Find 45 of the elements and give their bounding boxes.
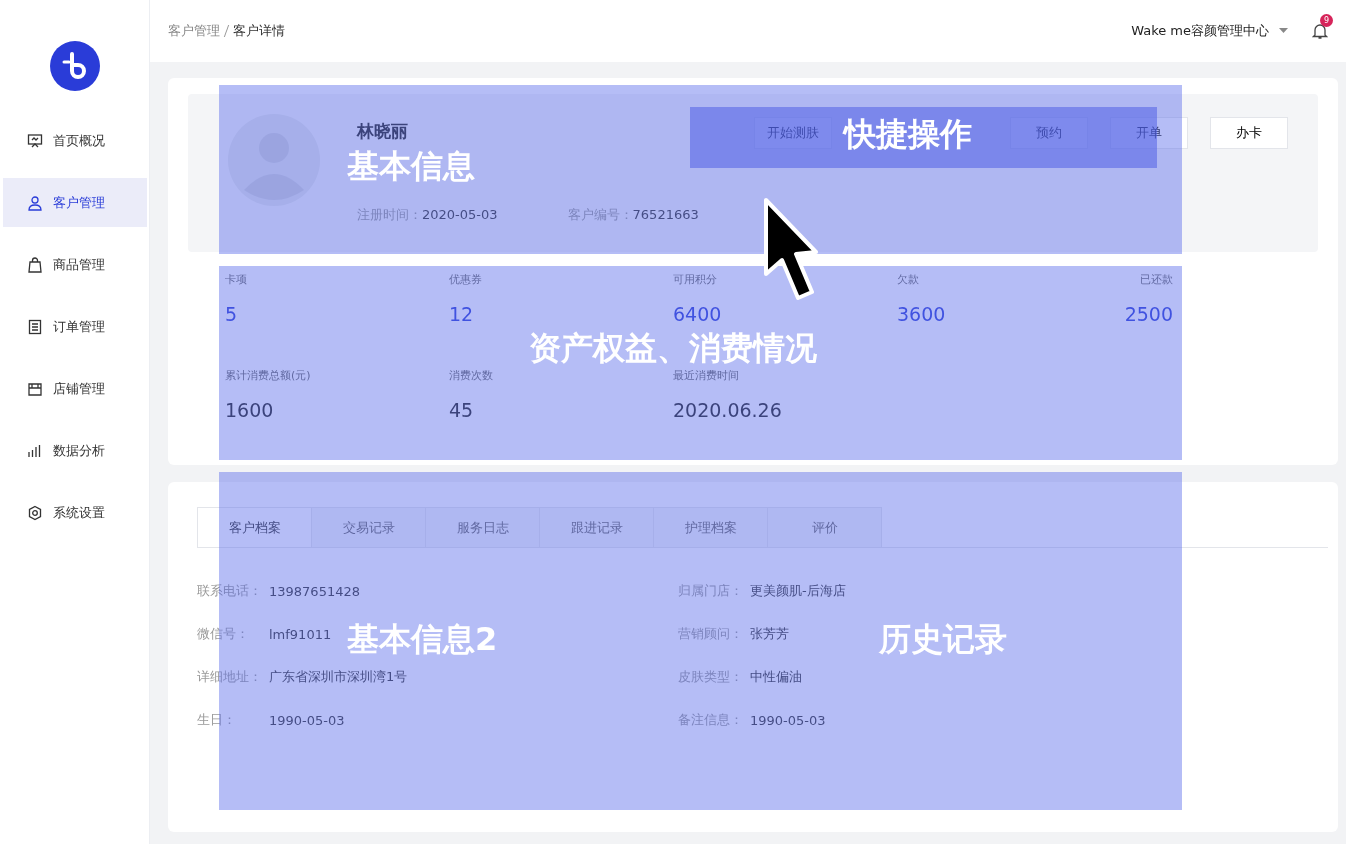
action-button[interactable]: 办卡 (1210, 117, 1288, 149)
stat-label: 可用积分 (673, 272, 718, 287)
caret-icon (1279, 28, 1288, 34)
stat-label: 已还款 (1140, 272, 1173, 287)
breadcrumb-item[interactable]: 客户管理 (168, 22, 220, 40)
nav-item[interactable]: 客户管理 (3, 178, 147, 227)
breadcrumb-item: 客户详情 (233, 22, 285, 40)
stat-label: 优惠券 (449, 272, 483, 287)
annotation-label: 快捷操作 (844, 115, 972, 154)
stat-label: 卡项 (225, 272, 248, 287)
bell-icon[interactable] (1312, 22, 1328, 40)
stat-label: 消费次数 (449, 368, 494, 383)
stat-value: 2020.06.26 (673, 399, 783, 421)
logo-icon (49, 41, 100, 91)
tab[interactable]: 客户档案 (197, 507, 312, 547)
annotation-label: 基本信息2 (347, 620, 498, 659)
annotation-label: 历史记录 (879, 620, 1007, 659)
gear-icon (27, 504, 43, 521)
customer-name: 林晓丽 (357, 120, 409, 143)
stat-value: 12 (449, 303, 475, 325)
nav-item[interactable]: 首页概况 (3, 116, 147, 165)
stat-value: 1600 (225, 399, 275, 421)
annotation-label: 基本信息 (347, 147, 475, 186)
bag-icon (27, 256, 43, 273)
notification-badge: 9 (1320, 14, 1333, 27)
annotation-label: 资产权益、消费情况 (529, 329, 817, 368)
list-icon (27, 318, 43, 335)
nav-item[interactable]: 数据分析 (3, 426, 147, 475)
shop-icon (27, 380, 43, 397)
nav-item[interactable]: 订单管理 (3, 302, 147, 351)
stat-label: 欠款 (897, 272, 920, 287)
stat-value: 2500 (1124, 303, 1173, 325)
user-icon (27, 194, 43, 211)
chart-icon (27, 442, 43, 459)
stat-value: 3600 (897, 303, 947, 325)
stat-value: 6400 (673, 303, 723, 325)
stat-label: 最近消费时间 (673, 368, 740, 383)
nav-item[interactable]: 系统设置 (3, 488, 147, 537)
nav-item[interactable]: 商品管理 (3, 240, 147, 289)
nav-item[interactable]: 店铺管理 (3, 364, 147, 413)
org-switcher[interactable]: Wake me容颜管理中心 (1131, 22, 1288, 40)
stat-value: 45 (449, 399, 475, 421)
screen-icon (27, 132, 43, 149)
stat-label: 累计消费总额(元) (225, 368, 312, 383)
stat-value: 5 (225, 303, 239, 325)
